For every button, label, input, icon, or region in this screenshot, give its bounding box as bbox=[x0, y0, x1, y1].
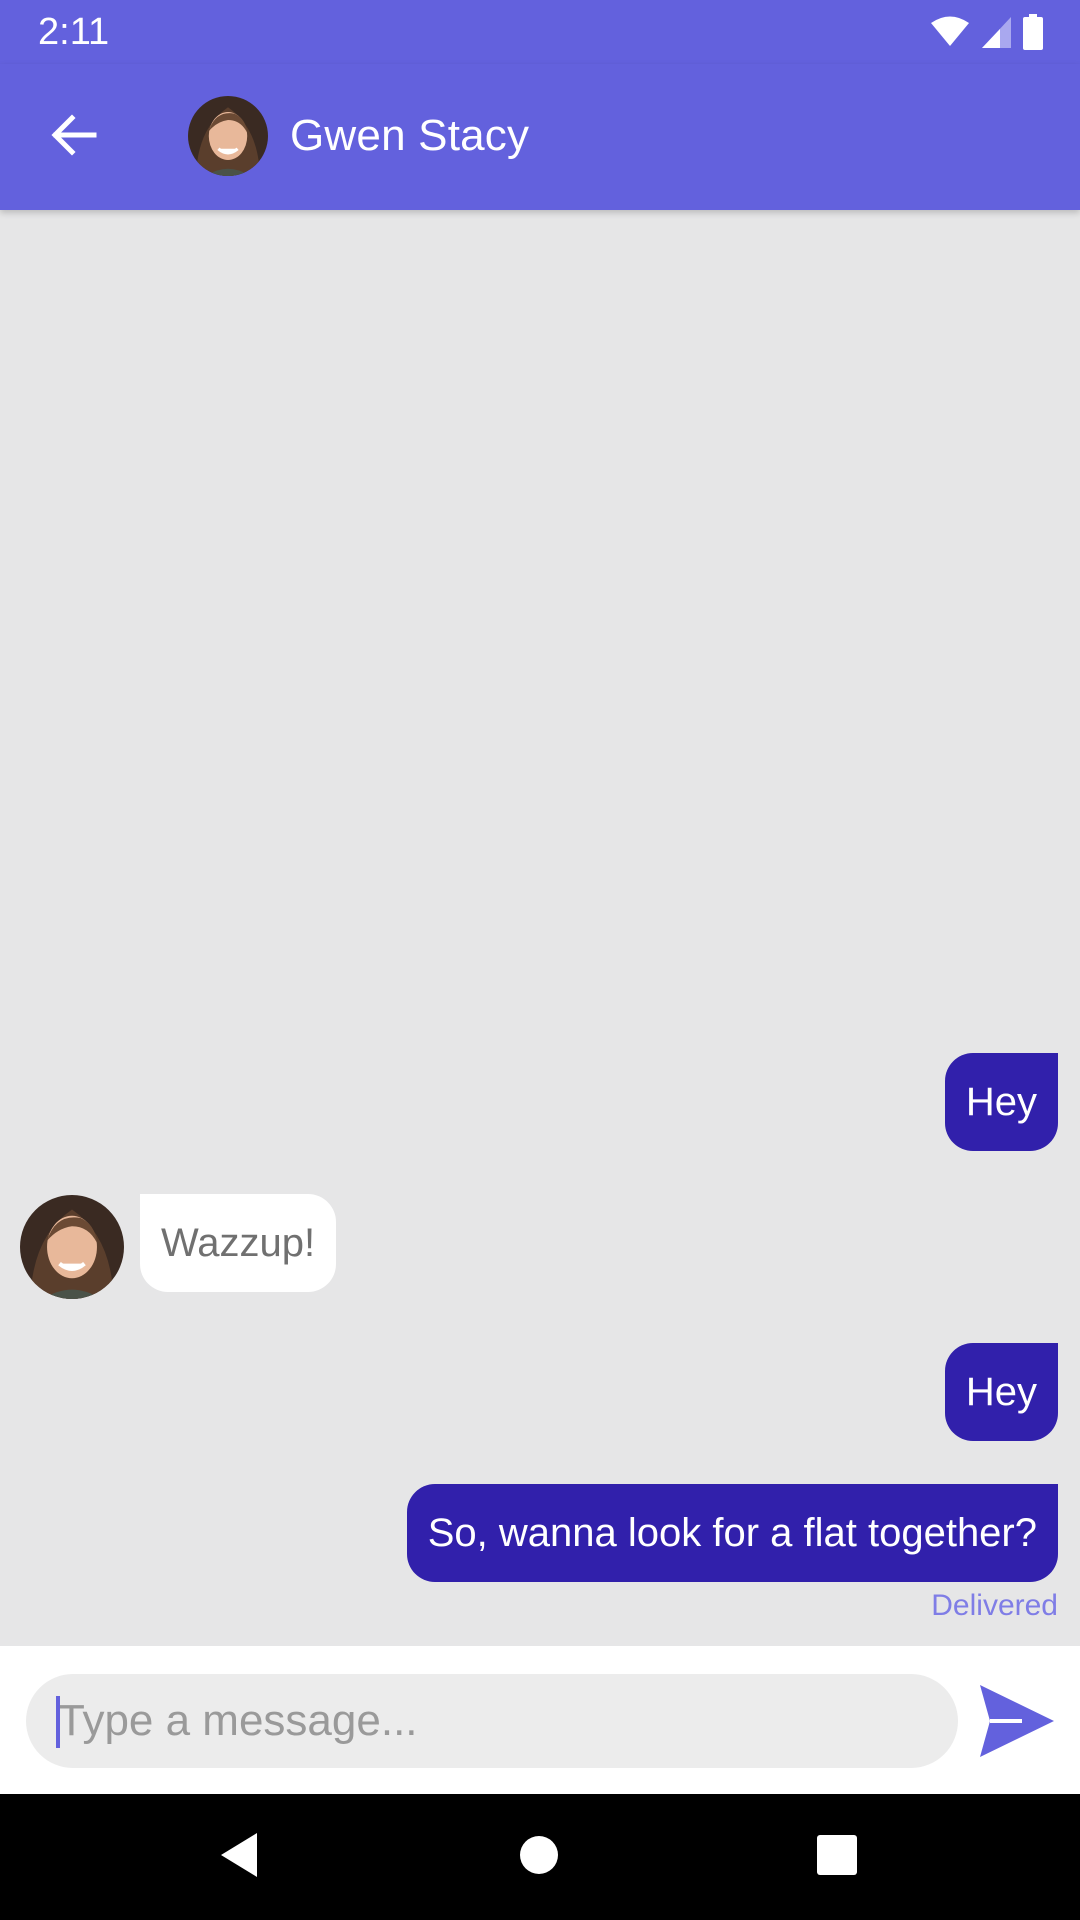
message-text: Wazzup! bbox=[161, 1221, 316, 1265]
arrow-left-icon bbox=[50, 113, 98, 162]
text-cursor bbox=[56, 1696, 60, 1748]
message-text: Hey bbox=[965, 1080, 1037, 1124]
send-button[interactable] bbox=[976, 1682, 1058, 1764]
nav-home-icon bbox=[519, 1835, 559, 1880]
contact-name: Gwen Stacy bbox=[290, 111, 530, 160]
nav-back-button[interactable] bbox=[206, 1824, 272, 1890]
delivered-status: Delivered bbox=[931, 1589, 1058, 1622]
message-composer bbox=[0, 1646, 1080, 1794]
outgoing-message[interactable]: Hey bbox=[944, 1053, 1058, 1151]
app-bar: Gwen Stacy bbox=[0, 64, 1080, 210]
nav-home-button[interactable] bbox=[506, 1824, 572, 1890]
message-text: So, wanna look for a flat together? bbox=[427, 1511, 1037, 1555]
battery-icon bbox=[1022, 14, 1044, 50]
nav-recents-icon bbox=[816, 1834, 858, 1881]
contact-avatar[interactable] bbox=[20, 1195, 124, 1299]
outgoing-message[interactable]: Hey bbox=[944, 1343, 1058, 1441]
incoming-message[interactable]: Wazzup! bbox=[140, 1194, 337, 1292]
nav-back-icon bbox=[217, 1831, 261, 1884]
send-icon bbox=[978, 1683, 1056, 1764]
chat-screen: 2:11 Gwen Stacy Hey Wazzup! Hey So, wann… bbox=[0, 0, 1080, 1920]
status-icons bbox=[930, 14, 1044, 50]
cell-signal-icon bbox=[980, 15, 1012, 49]
message-list: Hey Wazzup! Hey So, wanna look for a fla… bbox=[0, 210, 1080, 1646]
system-nav-bar bbox=[0, 1794, 1080, 1920]
nav-recents-button[interactable] bbox=[804, 1824, 870, 1890]
status-time: 2:11 bbox=[38, 11, 110, 53]
outgoing-message[interactable]: So, wanna look for a flat together? bbox=[406, 1484, 1058, 1582]
wifi-icon bbox=[930, 16, 970, 48]
message-input[interactable] bbox=[58, 1674, 938, 1768]
status-bar: 2:11 bbox=[0, 0, 1080, 64]
message-text: Hey bbox=[965, 1370, 1037, 1414]
back-button[interactable] bbox=[38, 101, 110, 173]
contact-avatar[interactable] bbox=[188, 96, 268, 176]
message-input-container[interactable] bbox=[26, 1674, 958, 1768]
